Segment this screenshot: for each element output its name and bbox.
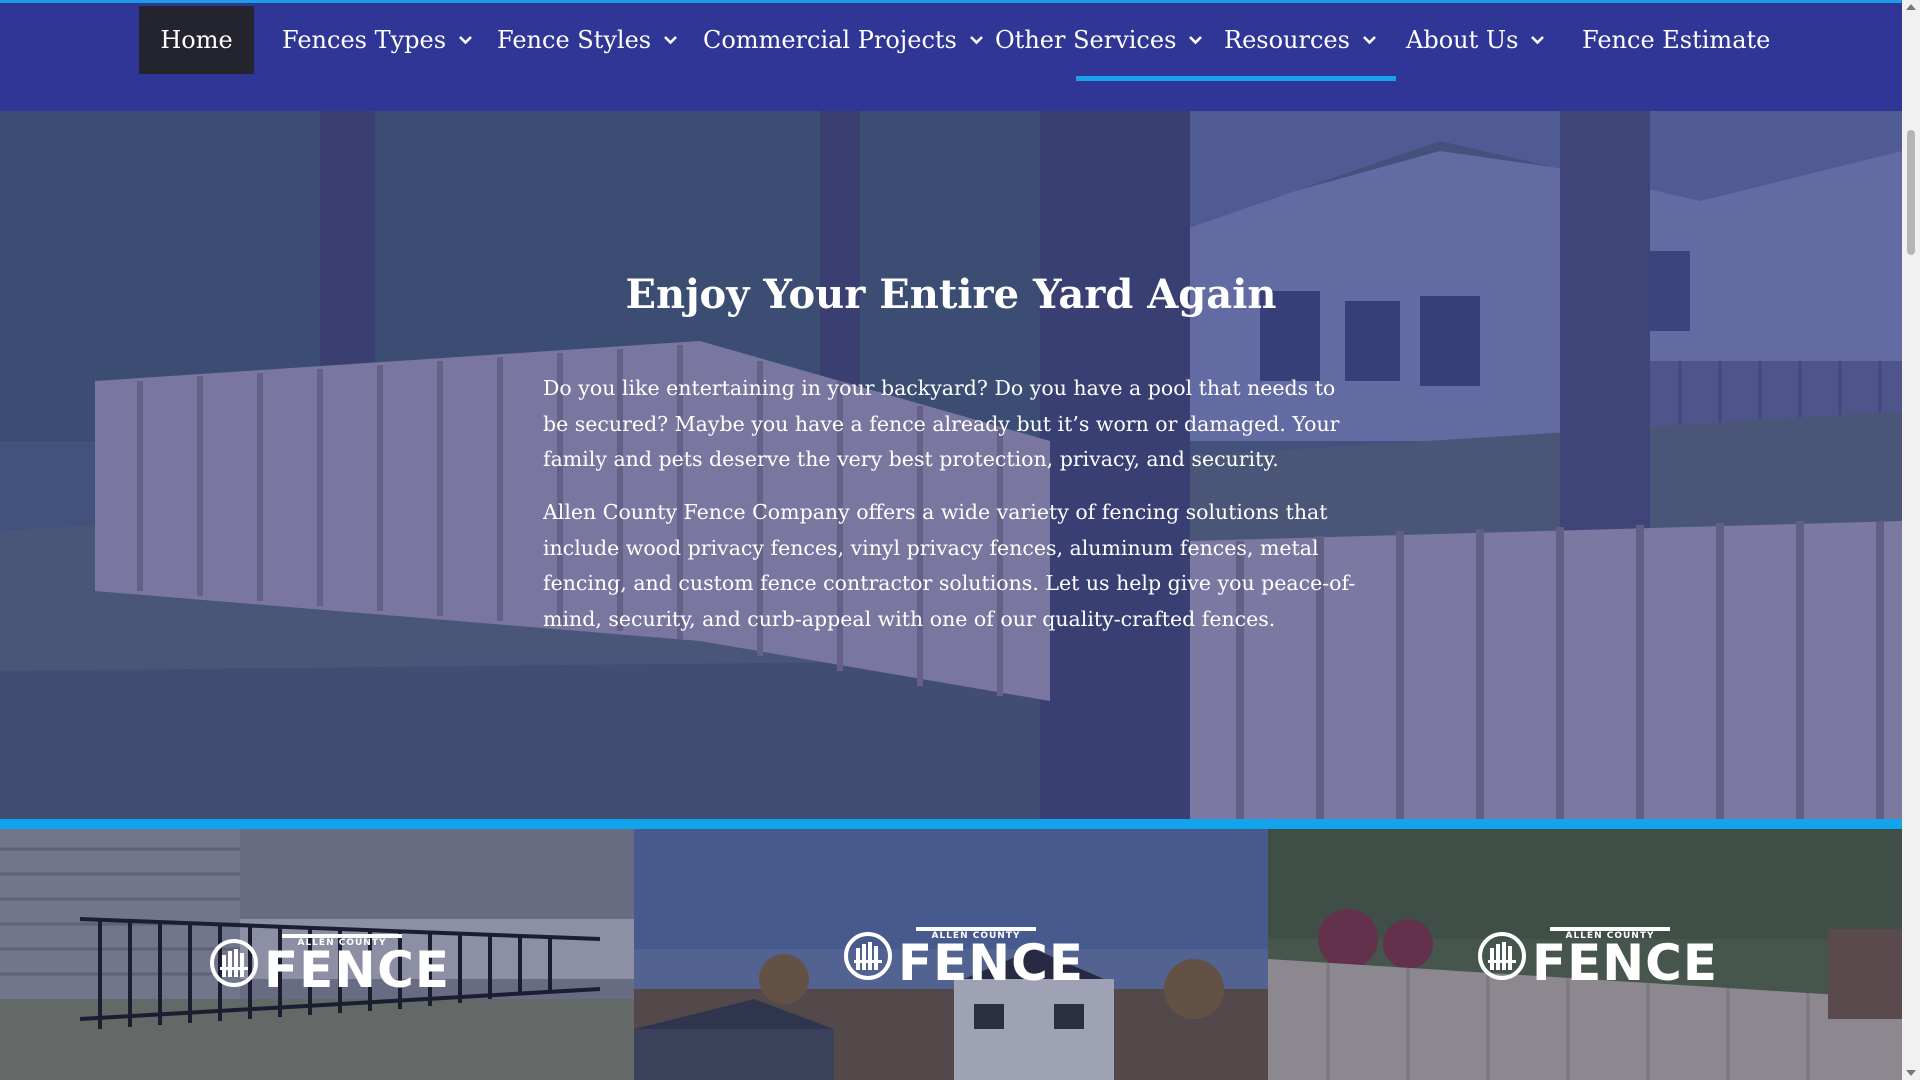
nav-item-resources[interactable]: Resources xyxy=(1224,6,1377,74)
nav-item-fence-styles[interactable]: Fence Styles xyxy=(497,6,678,74)
chevron-down-icon xyxy=(969,36,983,45)
section-divider xyxy=(0,819,1902,829)
fence-logo-icon xyxy=(844,932,892,980)
nav-item-fences-types[interactable]: Fences Types xyxy=(282,6,473,74)
logo-title: FENCE xyxy=(898,934,1085,992)
chevron-down-icon xyxy=(1189,36,1203,45)
fence-logo-icon xyxy=(1478,932,1526,980)
logo-title: FENCE xyxy=(1532,934,1719,992)
main-navigation: Home Fences Types Fence Styles Commercia… xyxy=(0,0,1902,111)
nav-active-underline xyxy=(1076,76,1396,81)
brand-logo: ALLEN COUNTY FENCE xyxy=(844,927,1085,992)
nav-item-label: Fence Styles xyxy=(497,26,652,54)
nav-item-other-services[interactable]: Other Services xyxy=(995,6,1203,74)
nav-item-label: Home xyxy=(160,26,233,54)
nav-item-label: Fences Types xyxy=(282,26,447,54)
gallery-tile-2[interactable]: ALLEN COUNTY FENCE xyxy=(634,829,1268,1080)
nav-item-label: Commercial Projects xyxy=(703,26,957,54)
brand-logo: ALLEN COUNTY FENCE xyxy=(1478,927,1719,992)
scroll-up-arrow-icon[interactable] xyxy=(1906,4,1916,10)
logo-title: FENCE xyxy=(264,941,451,999)
nav-item-home[interactable]: Home xyxy=(139,6,254,74)
nav-item-about-us[interactable]: About Us xyxy=(1406,6,1545,74)
scroll-down-arrow-icon[interactable] xyxy=(1906,1070,1916,1076)
nav-item-fence-estimate[interactable]: Fence Estimate xyxy=(1582,6,1770,74)
nav-item-label: About Us xyxy=(1406,26,1519,54)
gallery-tile-1[interactable]: ALLEN COUNTY FENCE xyxy=(0,829,634,1080)
brand-logo: ALLEN COUNTY FENCE xyxy=(210,934,451,999)
nav-item-commercial-projects[interactable]: Commercial Projects xyxy=(703,6,984,74)
scrollbar-thumb[interactable] xyxy=(1907,130,1915,255)
nav-item-label: Other Services xyxy=(995,26,1177,54)
hero-paragraph-2: Allen County Fence Company offers a wide… xyxy=(543,500,1356,631)
chevron-down-icon xyxy=(459,36,472,45)
chevron-down-icon xyxy=(1363,36,1376,45)
hero-paragraph-1: Do you like entertaining in your backyar… xyxy=(543,376,1340,471)
chevron-down-icon xyxy=(664,36,678,45)
gallery-tile-3[interactable]: ALLEN COUNTY FENCE xyxy=(1268,829,1902,1080)
nav-item-label: Resources xyxy=(1224,26,1350,54)
fence-logo-icon xyxy=(210,939,258,987)
hero-section: Enjoy Your Entire Yard Again Do you like… xyxy=(0,111,1902,819)
nav-item-label: Fence Estimate xyxy=(1582,26,1771,54)
chevron-down-icon xyxy=(1531,36,1545,45)
hero-title: Enjoy Your Entire Yard Again xyxy=(625,271,1277,318)
page-scrollbar[interactable] xyxy=(1902,0,1920,1080)
